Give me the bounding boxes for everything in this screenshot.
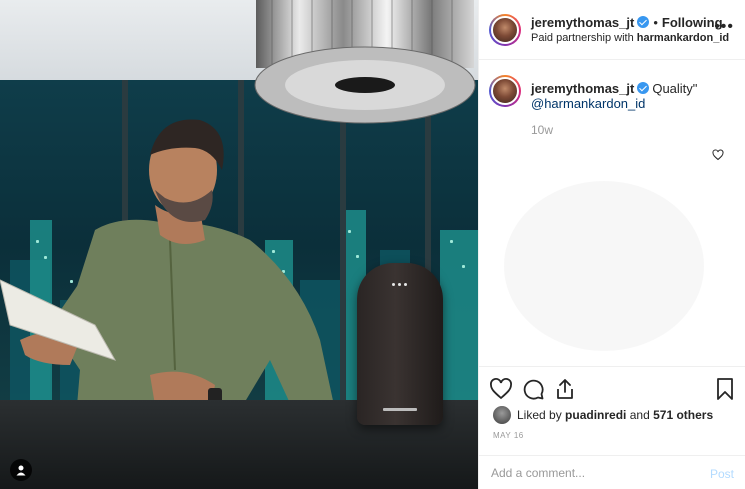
caption-mention-link[interactable]: @harmankardon_id [531, 96, 645, 111]
post-side-panel: jeremythomas_jt • Following Paid partnersh… [478, 0, 745, 489]
post-actions [479, 366, 745, 406]
verified-badge-icon [637, 16, 650, 28]
user-tag-icon[interactable] [10, 459, 32, 481]
add-comment-bar: Post [479, 455, 745, 489]
faded-watermark [504, 181, 704, 351]
likes-conjunction: and [629, 408, 650, 422]
partnership-label: Paid partnership with [531, 32, 634, 44]
person-icon [16, 465, 26, 476]
likes-summary: Liked by puadinredi and 571 others [493, 406, 713, 424]
author-avatar[interactable] [489, 14, 521, 46]
header-line: jeremythomas_jt • Following [531, 15, 723, 30]
verified-badge-icon [637, 82, 650, 94]
liker-username[interactable]: puadinredi [565, 408, 626, 422]
likes-prefix: Liked by [517, 408, 562, 422]
paid-partnership-line: Paid partnership with harmankardon_id [531, 32, 729, 44]
comment-icon[interactable] [521, 377, 545, 401]
separator-dot: • [653, 15, 658, 30]
comment-input[interactable] [491, 465, 691, 481]
harman-kardon-speaker [357, 263, 443, 425]
comment-heart-icon[interactable] [712, 149, 724, 161]
share-icon[interactable] [553, 377, 577, 401]
caption-avatar[interactable] [489, 75, 521, 107]
comments-area: jeremythomas_jt Quality" @harmankardon_id… [479, 61, 745, 366]
liker-avatar[interactable] [493, 406, 511, 424]
caption-text: Quality" [652, 81, 698, 96]
bookmark-icon[interactable] [713, 377, 737, 401]
caption-timestamp[interactable]: 10w [531, 123, 553, 137]
likes-count[interactable]: 571 others [653, 408, 713, 422]
author-username[interactable]: jeremythomas_jt [531, 15, 634, 30]
heart-icon[interactable] [489, 377, 513, 401]
post-comment-button[interactable]: Post [710, 467, 734, 481]
caption-line: jeremythomas_jt Quality" [531, 81, 697, 96]
post-header: jeremythomas_jt • Following Paid partnersh… [479, 0, 745, 60]
speaker-lights [392, 273, 410, 291]
post-date[interactable]: MAY 16 [493, 431, 524, 440]
caption-username[interactable]: jeremythomas_jt [531, 81, 634, 96]
speaker-logo [383, 408, 417, 411]
post-photo[interactable] [0, 0, 478, 489]
more-options-icon[interactable]: ••• [714, 18, 734, 36]
